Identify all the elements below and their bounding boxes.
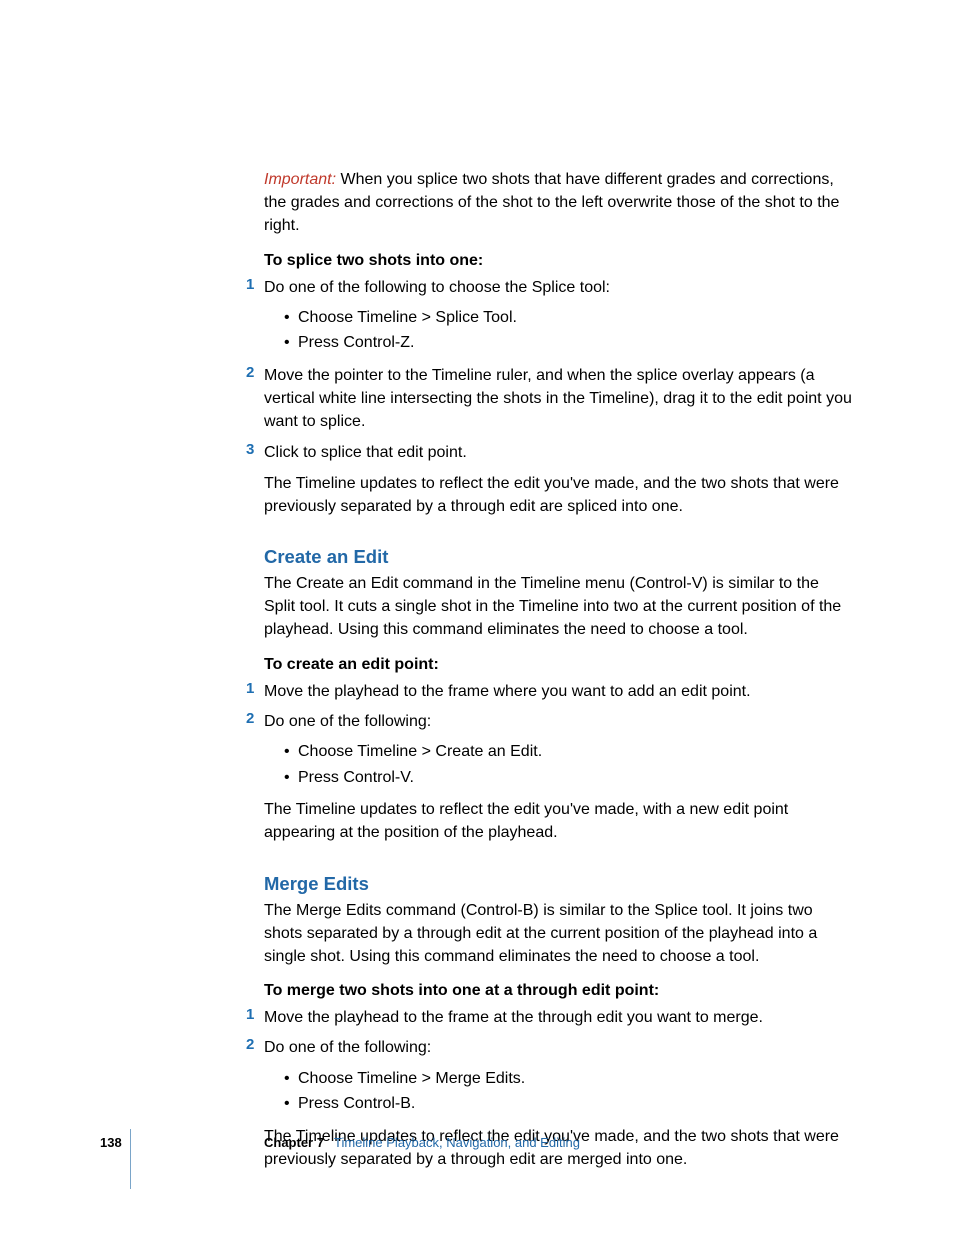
step-text: Move the playhead to the frame where you…: [264, 680, 854, 703]
merge-edits-step2-bullets: Choose Timeline > Merge Edits. Press Con…: [284, 1066, 854, 1117]
create-edit-followup: The Timeline updates to reflect the edit…: [264, 798, 854, 844]
create-edit-heading: Create an Edit: [264, 546, 854, 568]
create-edit-task-title: To create an edit point:: [264, 656, 854, 674]
splice-step-1: 1 Do one of the following to choose the …: [264, 276, 854, 356]
step-text: Move the pointer to the Timeline ruler, …: [264, 364, 854, 434]
chapter-label: Chapter 7: [264, 1135, 324, 1150]
bullet-item: Press Control-V.: [284, 765, 854, 791]
create-edit-intro: The Create an Edit command in the Timeli…: [264, 572, 854, 642]
bullet-item: Choose Timeline > Merge Edits.: [284, 1066, 854, 1092]
splice-step1-bullets: Choose Timeline > Splice Tool. Press Con…: [284, 305, 854, 356]
page-footer: 138 Chapter 7 Timeline Playback, Navigat…: [0, 1135, 954, 1195]
step-number: 2: [246, 364, 254, 381]
step-number: 1: [246, 276, 254, 293]
step-text: Move the playhead to the frame at the th…: [264, 1006, 854, 1029]
step-number: 1: [246, 1006, 254, 1023]
bullet-item: Choose Timeline > Create an Edit.: [284, 739, 854, 765]
step-number: 1: [246, 680, 254, 697]
step-text: Do one of the following:: [264, 1036, 854, 1059]
create-edit-step-1: 1 Move the playhead to the frame where y…: [264, 680, 854, 703]
step-number: 2: [246, 1036, 254, 1053]
merge-edits-intro: The Merge Edits command (Control-B) is s…: [264, 899, 854, 969]
splice-step-3: 3 Click to splice that edit point. The T…: [264, 441, 854, 519]
merge-edits-heading: Merge Edits: [264, 873, 854, 895]
splice-step-2: 2 Move the pointer to the Timeline ruler…: [264, 364, 854, 434]
footer-divider: [130, 1129, 131, 1189]
important-label: Important:: [264, 171, 336, 188]
merge-edits-step-1: 1 Move the playhead to the frame at the …: [264, 1006, 854, 1029]
step-text: Do one of the following to choose the Sp…: [264, 276, 854, 299]
step-text: Click to splice that edit point.: [264, 441, 854, 464]
important-text: When you splice two shots that have diff…: [264, 171, 839, 234]
create-edit-step2-bullets: Choose Timeline > Create an Edit. Press …: [284, 739, 854, 790]
step-number: 3: [246, 441, 254, 458]
merge-edits-task-title: To merge two shots into one at a through…: [264, 982, 854, 1000]
important-note: Important: When you splice two shots tha…: [264, 168, 854, 238]
step-number: 2: [246, 710, 254, 727]
bullet-item: Press Control-B.: [284, 1091, 854, 1117]
chapter-title: Timeline Playback, Navigation, and Editi…: [334, 1135, 580, 1150]
bullet-item: Press Control-Z.: [284, 330, 854, 356]
splice-task-title: To splice two shots into one:: [264, 252, 854, 270]
create-edit-step-2: 2 Do one of the following: Choose Timeli…: [264, 710, 854, 845]
splice-followup: The Timeline updates to reflect the edit…: [264, 472, 854, 518]
bullet-item: Choose Timeline > Splice Tool.: [284, 305, 854, 331]
page-number: 138: [100, 1135, 122, 1150]
step-text: Do one of the following:: [264, 710, 854, 733]
